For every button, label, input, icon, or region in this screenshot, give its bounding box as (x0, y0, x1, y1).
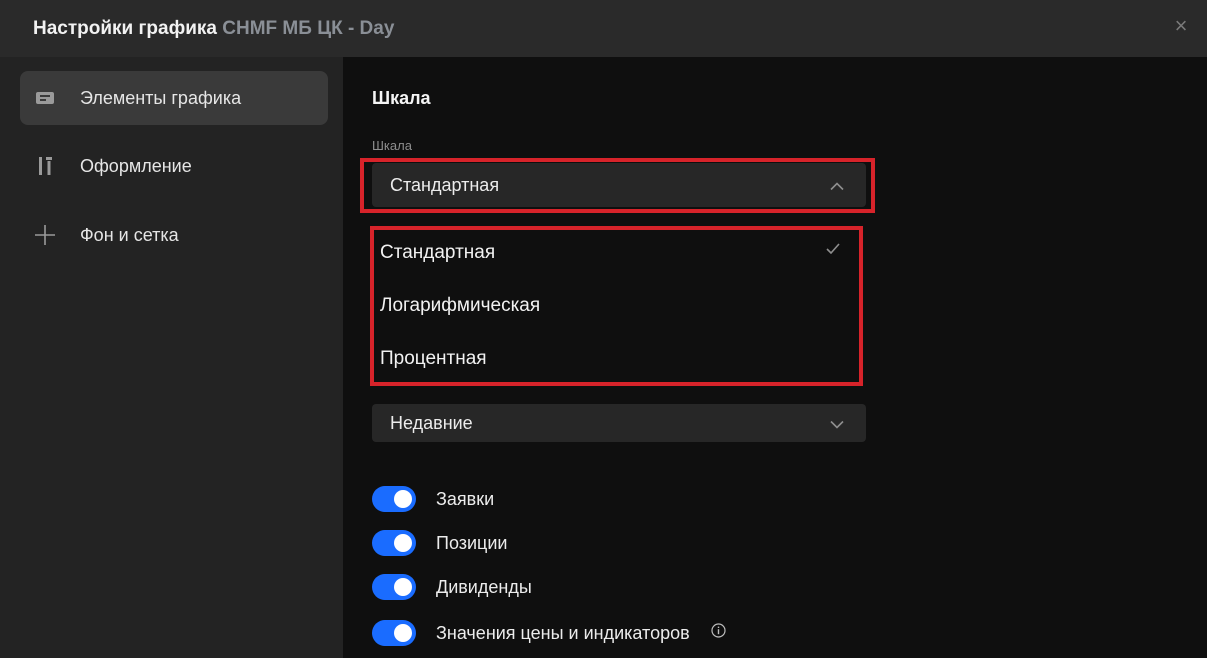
sidebar-item-label: Элементы графика (80, 87, 242, 108)
sidebar-item-label: Оформление (80, 155, 192, 176)
toggle-dividends[interactable] (372, 574, 416, 600)
sidebar-item-label: Фон и сетка (80, 224, 179, 245)
scale-field-label: Шкала (372, 138, 412, 153)
toggle-orders-label: Заявки (436, 489, 495, 509)
toggle-knob (394, 624, 412, 642)
toggle-price-indicators-label: Значения цены и индикаторов (436, 623, 690, 643)
title-bar: Настройки графика CHMF МБ ЦК - Day × (0, 0, 1207, 57)
chevron-down-icon (830, 413, 844, 434)
sidebar: Элементы графика Оформление Фон и сетка (0, 57, 343, 658)
grid-icon (34, 224, 56, 246)
toggle-orders[interactable] (372, 486, 416, 512)
sidebar-item-appearance[interactable]: Оформление (20, 139, 328, 193)
section-title: Шкала (372, 88, 431, 108)
toggle-knob (394, 578, 412, 596)
window-title: Настройки графика CHMF МБ ЦК - Day (33, 18, 394, 40)
window-title-main: Настройки графика (33, 18, 217, 39)
sidebar-item-chart-elements[interactable]: Элементы графика (20, 71, 328, 125)
close-icon[interactable]: × (1169, 14, 1193, 38)
info-icon[interactable] (711, 623, 726, 642)
toggle-positions-label: Позиции (436, 533, 508, 553)
highlight-frame-select (360, 158, 875, 213)
toggle-knob (394, 534, 412, 552)
recent-select-value: Недавние (390, 412, 473, 433)
toggle-dividends-label: Дивиденды (436, 577, 532, 597)
highlight-frame-options (370, 226, 863, 386)
toggle-positions[interactable] (372, 530, 416, 556)
toggle-knob (394, 490, 412, 508)
recent-select[interactable]: Недавние (372, 404, 866, 442)
sidebar-item-background-grid[interactable]: Фон и сетка (20, 208, 328, 262)
toggle-price-indicators[interactable] (372, 620, 416, 646)
toggle-price-indicators-row: Значения цены и индикаторов (436, 623, 726, 644)
chart-elements-icon (34, 87, 56, 109)
appearance-icon (34, 155, 56, 177)
window-title-instrument: CHMF МБ ЦК - Day (222, 18, 395, 39)
